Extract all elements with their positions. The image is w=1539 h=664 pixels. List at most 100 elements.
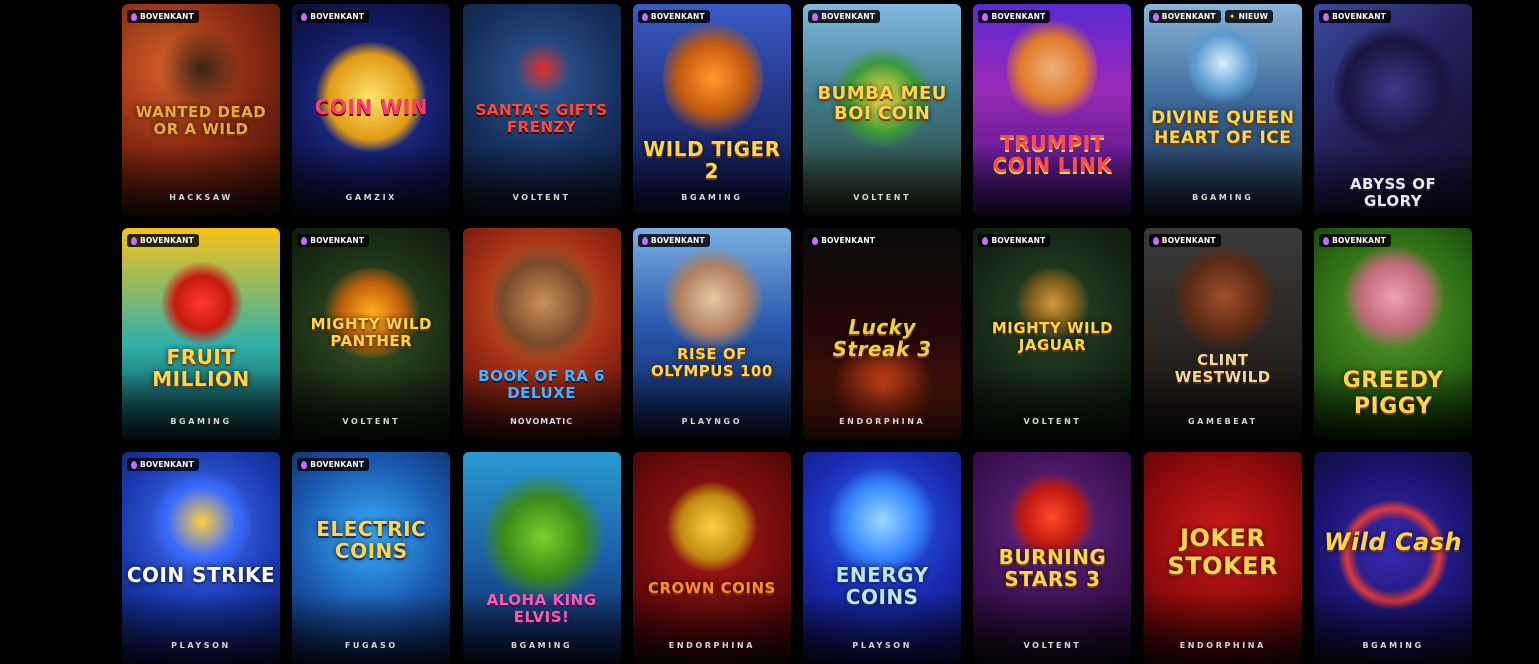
game-card-santas-gifts[interactable]: Santa's Gifts Frenzy VOLTENT — [462, 4, 621, 216]
game-provider: HACKSAW — [169, 193, 233, 202]
game-provider: GAMEBEAT — [1187, 417, 1258, 426]
game-card-mighty-wild-jaguar[interactable]: BOVENKANT Mighty Wild Jaguar VOLTENT — [973, 228, 1132, 440]
game-provider: PLAYSON — [852, 641, 912, 650]
flame-icon — [982, 12, 989, 21]
game-provider: BGAMING — [1362, 641, 1424, 650]
game-title: Lucky Streak 3 — [832, 315, 932, 361]
game-title: Wild Cash — [1324, 528, 1463, 556]
game-provider: BGAMING — [510, 641, 573, 650]
top-badge: BOVENKANT — [978, 10, 1051, 23]
game-title: Energy Coins — [835, 563, 929, 609]
game-provider: VOLTENT — [512, 193, 571, 202]
character-face-icon — [1007, 14, 1098, 124]
game-provider: BGAMING — [170, 417, 232, 426]
top-badge: BOVENKANT — [127, 10, 199, 23]
game-provider: PLAYSON — [171, 641, 231, 650]
badge-group: BOVENKANT — [637, 234, 710, 247]
top-badge: BOVENKANT — [808, 234, 881, 247]
badge-group: BOVENKANT — [808, 10, 881, 23]
flame-icon — [301, 12, 308, 21]
game-provider: BGAMING — [1192, 193, 1254, 202]
cowboy-icon — [1173, 242, 1274, 352]
badge-group: BOVENKANT — [808, 234, 881, 247]
badge-group: BOVENKANT — [127, 458, 199, 471]
game-title: Rise of Olympus 100 — [651, 345, 773, 380]
game-card-coin-strike[interactable]: BOVENKANT Coin Strike PLAYSON — [122, 452, 280, 664]
flame-icon — [131, 236, 137, 245]
flame-icon — [641, 12, 648, 21]
badge-group: BOVENKANT — [297, 458, 370, 471]
top-badge: BOVENKANT — [1319, 10, 1391, 23]
game-card-bumba-meu-boi[interactable]: BOVENKANT Bumba Meu Boi Coin VOLTENT — [803, 4, 962, 216]
game-card-greedy-piggy[interactable]: BOVENKANT Greedy Piggy — [1314, 228, 1473, 440]
game-card-wanted[interactable]: BOVENKANT Wanted Dead or a Wild HACKSAW — [122, 4, 280, 216]
sparkle-icon: ✦ — [1228, 11, 1236, 21]
game-title: Fruit Million — [152, 345, 250, 391]
game-provider: VOLTENT — [1023, 417, 1082, 426]
game-provider: VOLTENT — [1023, 641, 1082, 650]
top-badge: BOVENKANT — [127, 234, 199, 247]
game-title: Greedy Piggy — [1342, 368, 1444, 419]
game-card-coin-win[interactable]: BOVENKANT Coin Win GAMZIX — [292, 4, 451, 216]
top-badge: BOVENKANT — [297, 458, 370, 471]
game-title: Trumpit Coin Link — [992, 131, 1113, 177]
top-badge: BOVENKANT — [1148, 234, 1221, 247]
cowboy-figure-icon — [162, 24, 242, 114]
seven-fruit-icon — [162, 258, 242, 348]
flame-icon — [1323, 236, 1330, 245]
flame-icon — [301, 460, 308, 469]
top-badge: BOVENKANT — [297, 234, 370, 247]
game-title: Wanted Dead or a Wild — [135, 103, 267, 138]
flame-icon — [982, 236, 989, 245]
game-title: Abyss of Glory — [1349, 175, 1437, 210]
game-card-book-of-ra[interactable]: Book of Ra 6 Deluxe NOVOMATIC — [462, 228, 621, 440]
game-title: Crown Coins — [647, 579, 776, 597]
game-card-mighty-wild-panther[interactable]: BOVENKANT Mighty Wild Panther VOLTENT — [292, 228, 451, 440]
game-title: Mighty Wild Panther — [310, 315, 432, 350]
energy-orb-icon — [827, 466, 938, 576]
game-card-rise-of-olympus[interactable]: BOVENKANT Rise of Olympus 100 PLAYNGO — [632, 228, 791, 440]
game-provider: PLAYNGO — [681, 417, 743, 426]
badge-group: BOVENKANT — [1319, 234, 1391, 247]
game-card-divine-queen[interactable]: BOVENKANT ✦ NIEUW Divine Queen Heart of I… — [1143, 4, 1302, 216]
crown-coin-icon — [666, 482, 757, 572]
game-card-aloha-king-elvis[interactable]: Aloha King Elvis! BGAMING — [462, 452, 621, 664]
game-card-joker-stoker[interactable]: Joker Stoker ENDORPHINA — [1143, 452, 1302, 664]
game-provider: ENDORPHINA — [1179, 641, 1266, 650]
anubis-icon — [1334, 24, 1455, 154]
game-card-clint-westwild[interactable]: BOVENKANT Clint Westwild GAMEBEAT — [1143, 228, 1302, 440]
game-title: Burning Stars 3 — [998, 545, 1107, 591]
lightning-coin-icon — [152, 472, 252, 572]
game-card-wild-tiger-2[interactable]: BOVENKANT Wild Tiger 2 BGAMING — [632, 4, 791, 216]
top-badge: BOVENKANT — [637, 10, 710, 23]
flame-icon — [641, 236, 648, 245]
top-badge: BOVENKANT — [127, 458, 199, 471]
game-title: Joker Stoker — [1167, 524, 1279, 580]
game-card-energy-coins[interactable]: Energy Coins PLAYSON — [803, 452, 962, 664]
badge-group: BOVENKANT — [978, 234, 1051, 247]
tiger-icon — [662, 18, 763, 138]
game-card-lucky-streak-3[interactable]: BOVENKANT Lucky Streak 3 ENDORPHINA — [803, 228, 962, 440]
game-card-fruit-million[interactable]: BOVENKANT Fruit Million BGAMING — [122, 228, 280, 440]
game-provider: NOVOMATIC — [510, 417, 574, 426]
flame-icon — [1152, 236, 1159, 245]
game-card-burning-stars-3[interactable]: Burning Stars 3 VOLTENT — [973, 452, 1132, 664]
game-card-abyss-of-glory[interactable]: BOVENKANT Abyss of Glory — [1314, 4, 1473, 216]
game-title: Aloha King Elvis! — [486, 591, 597, 626]
badge-group: BOVENKANT — [1148, 234, 1221, 247]
game-card-wild-cash[interactable]: Wild Cash BGAMING — [1314, 452, 1473, 664]
explorer-icon — [492, 238, 593, 368]
flame-icon — [131, 460, 137, 469]
badge-group: BOVENKANT ✦ NIEUW — [1148, 10, 1274, 23]
game-card-crown-coins[interactable]: Crown Coins ENDORPHINA — [632, 452, 791, 664]
badge-group: BOVENKANT — [637, 10, 710, 23]
game-card-electric-coins[interactable]: BOVENKANT Electric Coins FUGASO — [292, 452, 451, 664]
game-card-trumpit[interactable]: BOVENKANT Trumpit Coin Link — [973, 4, 1132, 216]
flame-icon — [812, 236, 819, 245]
game-title: Clint Westwild — [1174, 351, 1271, 386]
game-provider: VOLTENT — [342, 417, 401, 426]
game-grid: BOVENKANT Wanted Dead or a Wild HACKSAW … — [122, 4, 1473, 664]
zeus-icon — [662, 244, 763, 354]
top-badge: BOVENKANT — [637, 234, 710, 247]
top-badge: BOVENKANT — [808, 10, 881, 23]
